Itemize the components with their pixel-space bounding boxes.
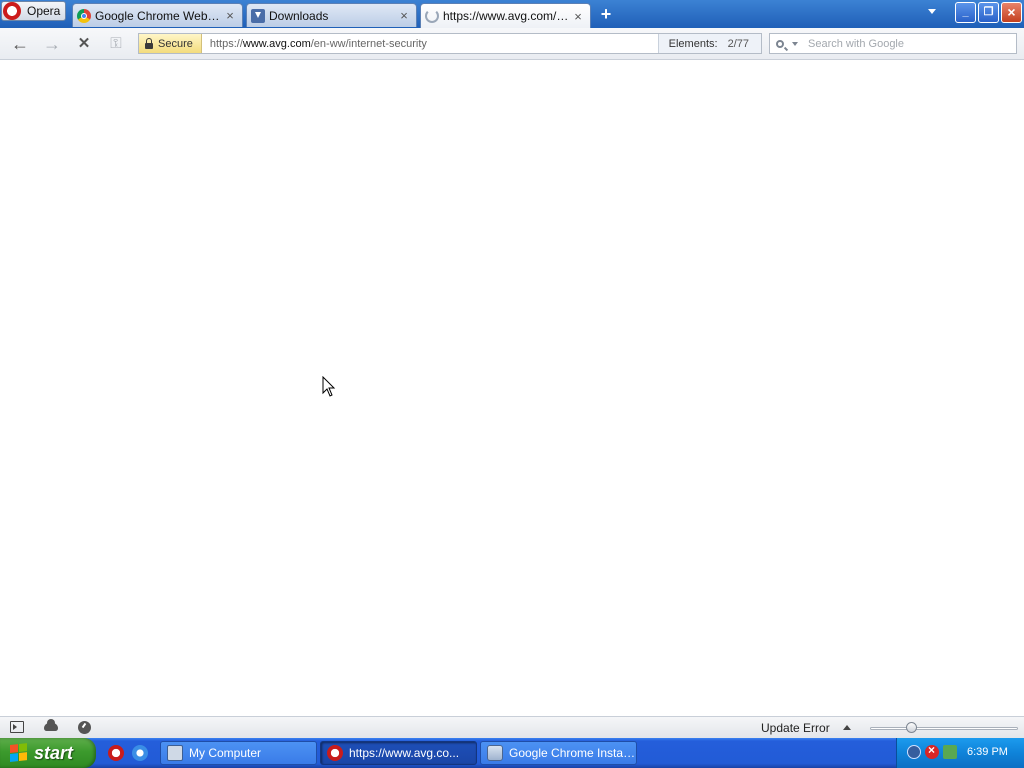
loading-spinner-icon (425, 9, 439, 23)
windows-taskbar: start My Computer https://www.avg.co... … (0, 738, 1024, 768)
my-computer-icon (167, 745, 183, 761)
task-label: https://www.avg.co... (349, 746, 460, 760)
network-tray-icon[interactable] (907, 745, 921, 759)
tab-close-icon[interactable]: × (396, 8, 412, 23)
forward-button[interactable]: → (42, 34, 62, 54)
password-key-icon[interactable]: ⚿ (106, 34, 126, 54)
mouse-cursor-icon (322, 376, 336, 397)
tab-downloads[interactable]: Downloads × (246, 3, 417, 27)
task-opera-avg[interactable]: https://www.avg.co... (320, 741, 477, 765)
opera-logo-icon (3, 2, 21, 20)
elements-value: 2/77 (727, 37, 749, 50)
tab-title: Google Chrome Web Bro... (95, 8, 222, 23)
tab-menu-arrow-icon[interactable] (928, 9, 936, 14)
tab-avg-active[interactable]: https://www.avg.com/e... × (420, 3, 591, 28)
connection-tray-icon[interactable] (943, 745, 957, 759)
quicklaunch-opera-icon[interactable] (108, 745, 124, 761)
quicklaunch-internet-explorer-icon[interactable] (132, 745, 148, 761)
page-content (0, 60, 1024, 716)
panel-toggle-icon[interactable] (10, 721, 24, 733)
task-label: Google Chrome Installer (509, 746, 636, 760)
tab-chrome-download[interactable]: Google Chrome Web Bro... × (72, 3, 243, 27)
back-button[interactable]: ← (10, 34, 30, 54)
search-box[interactable] (769, 33, 1017, 54)
opera-icon (327, 745, 343, 761)
system-clock[interactable]: 6:39 PM (967, 746, 1008, 758)
search-engine-dropdown-icon[interactable] (792, 41, 798, 46)
zoom-slider-thumb[interactable] (905, 722, 917, 733)
elements-counter: Elements: 2/77 (657, 34, 761, 53)
restore-button[interactable]: ❐ (978, 2, 999, 23)
search-input[interactable] (806, 36, 1000, 51)
chrome-favicon-icon (77, 8, 91, 23)
installer-icon (487, 745, 503, 761)
tab-close-icon[interactable]: × (222, 8, 238, 23)
update-expand-arrow-icon[interactable] (843, 725, 851, 730)
new-tab-button[interactable]: + (598, 5, 614, 23)
update-error-text[interactable]: Update Error (761, 721, 830, 735)
stop-button[interactable]: ✕ (74, 34, 94, 54)
tab-close-icon[interactable]: × (570, 9, 586, 24)
search-icon[interactable] (776, 39, 784, 48)
window-close-button[interactable]: × (1001, 2, 1022, 23)
tab-title: https://www.avg.com/e... (443, 9, 570, 23)
browser-tab-bar: Opera Google Chrome Web Bro... × Downloa… (0, 0, 1024, 28)
task-chrome-installer[interactable]: Google Chrome Installer (480, 741, 637, 765)
status-bar: Update Error (0, 716, 1024, 738)
url-scheme: https:// (209, 37, 243, 50)
zoom-slider-track[interactable] (870, 727, 1018, 730)
elements-label: Elements: (668, 37, 718, 50)
task-label: My Computer (189, 746, 262, 760)
minimize-button[interactable]: _ (955, 2, 976, 23)
opera-menu-button[interactable]: Opera (1, 1, 66, 21)
url-text[interactable]: https://www.avg.com/en-ww/internet-secur… (210, 38, 658, 50)
opera-turbo-icon[interactable] (78, 721, 91, 734)
navigation-bar: ← → ✕ ⚿ Secure https://www.avg.com/en-ww… (0, 28, 1024, 60)
url-domain: www.avg.com (242, 37, 311, 50)
system-tray: 6:39 PM (896, 738, 1024, 768)
downloads-favicon-icon (251, 8, 265, 23)
lock-icon (145, 37, 153, 49)
opera-unite-cloud-icon[interactable] (44, 719, 58, 731)
secure-label: Secure (158, 37, 193, 50)
windows-logo-icon (10, 743, 28, 763)
task-my-computer[interactable]: My Computer (160, 741, 317, 765)
url-path: /en-ww/internet-security (310, 37, 427, 50)
tab-title: Downloads (269, 8, 329, 23)
start-label: start (34, 742, 74, 763)
secure-badge[interactable]: Secure (139, 34, 202, 53)
security-alert-tray-icon[interactable] (925, 743, 939, 759)
start-button[interactable]: start (0, 738, 96, 768)
opera-menu-label: Opera (27, 4, 61, 18)
address-bar[interactable]: Secure https://www.avg.com/en-ww/interne… (138, 33, 762, 54)
